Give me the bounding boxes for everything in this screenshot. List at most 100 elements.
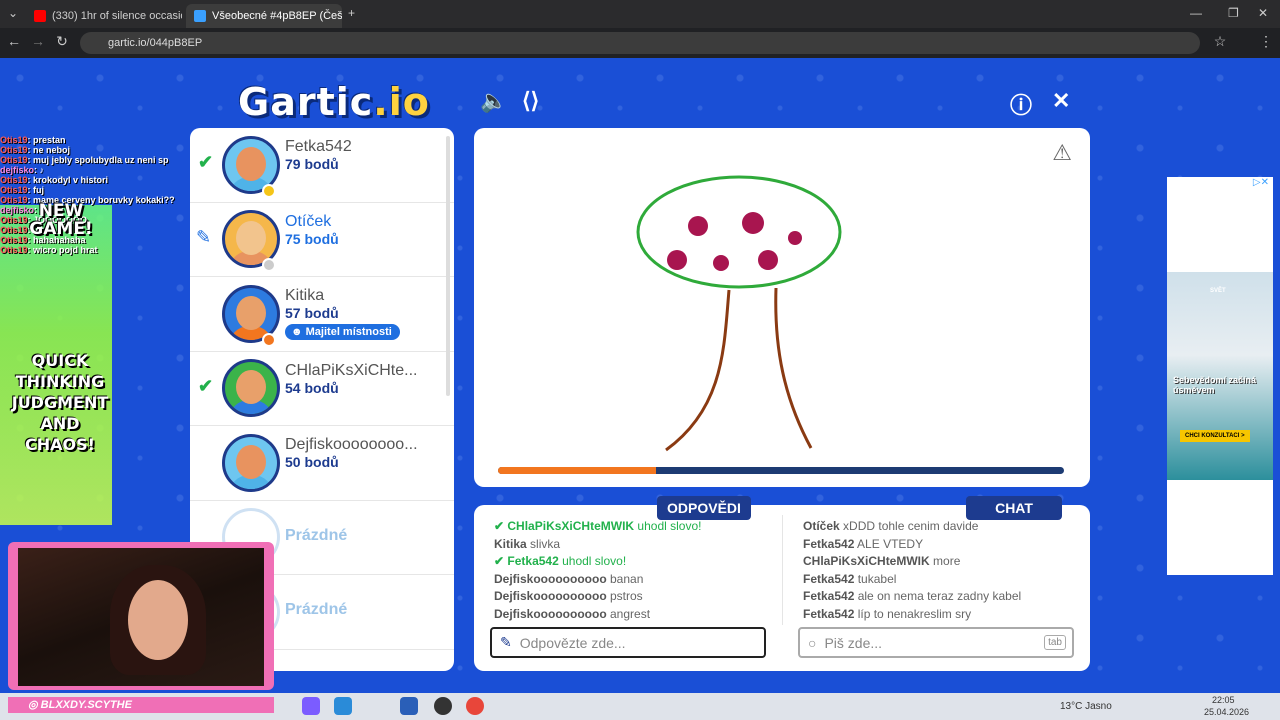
- answer-placeholder: Odpovězte zde...: [519, 634, 626, 651]
- close-window-icon[interactable]: ✕: [1258, 6, 1268, 20]
- chat-line: dejfisko: ♪: [0, 165, 45, 175]
- player-name: Otíček: [285, 212, 332, 230]
- player-row: ✎ Otíček 75 bodů: [190, 203, 454, 277]
- gartic-logo: Gartic.io: [238, 80, 430, 124]
- list-item: Fetka542 ALE VTEDY: [803, 536, 924, 551]
- list-item: Dejfiskoooooooooo angrest: [494, 606, 651, 621]
- maximize-icon[interactable]: ❐: [1228, 6, 1239, 20]
- ad-brand: SVĚT: [1210, 288, 1226, 294]
- tab-key-hint: tab: [1044, 635, 1066, 650]
- new-tab-button[interactable]: +: [348, 6, 355, 20]
- weather-text[interactable]: 13°C Jasno: [1060, 701, 1112, 712]
- timer-fill: [498, 467, 657, 474]
- answers-list: ✔ CHlaPiKsXiCHteMWIK uhodl slovo! Kitika…: [494, 518, 764, 623]
- address-bar[interactable]: gartic.io/044pB8EP: [80, 32, 1200, 54]
- back-icon[interactable]: ←: [4, 33, 24, 49]
- bookmark-star-icon[interactable]: ☆: [1210, 33, 1230, 50]
- store-icon[interactable]: [400, 697, 418, 715]
- drawing-canvas[interactable]: ⚠: [474, 128, 1090, 487]
- chat-line: Otis19: prestan: [0, 135, 66, 145]
- app-icon[interactable]: [434, 697, 452, 715]
- forward-icon[interactable]: →: [28, 33, 48, 49]
- checkmark-icon: ✔: [198, 375, 214, 396]
- player-name: CHlaPiKsXiCHte...: [285, 361, 418, 379]
- url-text: gartic.io/044pB8EP: [108, 37, 203, 49]
- tab-label: (330) 1hr of silence occasionall: [52, 10, 182, 22]
- streamer-name-bar: ◎ BLXXDY.SCYTHE: [8, 697, 274, 713]
- status-dot: [262, 183, 276, 198]
- clock-date[interactable]: 25.04.2026: [1204, 707, 1249, 717]
- list-item: Kitika slivka: [494, 536, 561, 551]
- tree-crown: [636, 175, 842, 289]
- tab-gartic[interactable]: Všeobecné #4pB8EP (Čeština) - ✕: [186, 4, 342, 28]
- browser-chrome: ⌄ (330) 1hr of silence occasionall ✕ Vše…: [0, 0, 1280, 58]
- list-item: ✔ CHlaPiKsXiCHteMWIK uhodl slovo!: [494, 519, 702, 533]
- list-item: Dejfiskoooooooooo pstros: [494, 589, 643, 603]
- list-item: Fetka542 tukabel: [803, 571, 897, 586]
- pencil-icon: ✎: [196, 226, 212, 247]
- chat-line: Otis19: wicro pojd hrat: [0, 245, 98, 255]
- chat-line: Otis19: fuj: [0, 185, 45, 195]
- player-score: 75 bodů: [285, 230, 339, 247]
- list-item: CHlaPiKsXiCHteMWIK more: [803, 554, 961, 568]
- answer-input[interactable]: ✎ Odpovězte zde...: [490, 627, 766, 658]
- player-score: 57 bodů: [285, 305, 339, 321]
- status-dot: [262, 332, 276, 347]
- avatar: [222, 433, 280, 492]
- close-icon[interactable]: ✕: [1052, 88, 1070, 114]
- player-row: ✔ CHlaPiKsXiCHte... 54 bodů: [190, 352, 454, 426]
- berries: [667, 212, 802, 271]
- list-item: Fetka542 líp to nenakreslim sry: [803, 606, 972, 621]
- checkmark-icon: ✔: [198, 152, 214, 172]
- webcam-face: [128, 580, 188, 660]
- menu-icon[interactable]: ⋮: [1256, 33, 1276, 50]
- ad-headline: Sebevědomí začíná úsměvem: [1173, 375, 1257, 395]
- reload-icon[interactable]: ↻: [52, 33, 72, 50]
- answers-tab[interactable]: ODPOVĚDI: [657, 496, 751, 520]
- tab-search-icon[interactable]: ⌄: [8, 6, 18, 20]
- chat-list: Otíček xDDD tohle cenim davide Fetka542 …: [803, 518, 1073, 623]
- trunk-left: [665, 289, 731, 452]
- clock-time[interactable]: 22:05: [1212, 695, 1235, 705]
- empty-slot-label: Prázdné: [285, 601, 348, 618]
- player-name: Kitika: [285, 287, 325, 304]
- chrome-icon[interactable]: [466, 697, 484, 715]
- trunk-right: [774, 287, 813, 449]
- list-item: Fetka542 ale on nema teraz zadny kabel: [803, 589, 1022, 603]
- player-score: 54 bodů: [285, 379, 339, 396]
- list-item: Otíček xDDD tohle cenim davide: [803, 519, 979, 533]
- ad-cta-button[interactable]: CHCI KONZULTACI >: [1180, 430, 1250, 442]
- youtube-icon: [34, 10, 46, 22]
- pencil-icon: ✎: [500, 634, 512, 650]
- chat-placeholder: Piš zde...: [824, 634, 883, 651]
- tab-strip: ⌄ (330) 1hr of silence occasionall ✕ Vše…: [0, 0, 1280, 28]
- list-item: ✔ Fetka542 uhodl slovo!: [494, 554, 627, 568]
- tab-label: Všeobecné #4pB8EP (Čeština) -: [212, 10, 342, 22]
- chat-line: Otis19: krokodyl v histori: [0, 175, 109, 185]
- chat-tab[interactable]: CHAT: [966, 496, 1062, 520]
- sound-icon[interactable]: 🔈: [480, 88, 507, 114]
- minimize-icon[interactable]: —: [1190, 6, 1202, 20]
- ad-close-icon[interactable]: ▷✕: [1253, 177, 1269, 188]
- player-name: Fetka542: [285, 138, 352, 155]
- chat-input[interactable]: ○ Piš zde... tab: [798, 627, 1074, 658]
- chat-bubble-icon: ○: [808, 634, 817, 651]
- player-list-scrollbar[interactable]: [446, 136, 450, 396]
- chat-line: Otis19: muj jebly spolubydla uz neni sp: [0, 155, 169, 165]
- chat-line: Otis19: ne neboj: [0, 145, 71, 155]
- empty-slot-label: Prázdné: [285, 526, 348, 544]
- room-owner-badge: ☻ Majitel místnosti: [285, 324, 400, 340]
- copilot-icon[interactable]: [302, 697, 320, 715]
- share-icon[interactable]: ⟨⟩: [522, 88, 539, 114]
- status-dot: [262, 258, 276, 272]
- edge-icon[interactable]: [334, 697, 352, 715]
- new-game-sticker: NEW GAME!: [29, 201, 93, 239]
- info-icon[interactable]: ⓘ: [1010, 88, 1032, 120]
- player-score: 79 bodů: [285, 156, 339, 172]
- tab-youtube[interactable]: (330) 1hr of silence occasionall ✕: [26, 4, 182, 28]
- player-name: Dejfiskoooooooo...: [285, 436, 418, 453]
- player-row: ✔ Fetka542 79 bodů: [190, 128, 454, 203]
- quick-thinking-sticker: QUICK THINKING JUDGMENT AND CHAOS!: [11, 351, 109, 454]
- gartic-favicon-icon: [194, 10, 206, 22]
- drawing: [636, 175, 842, 452]
